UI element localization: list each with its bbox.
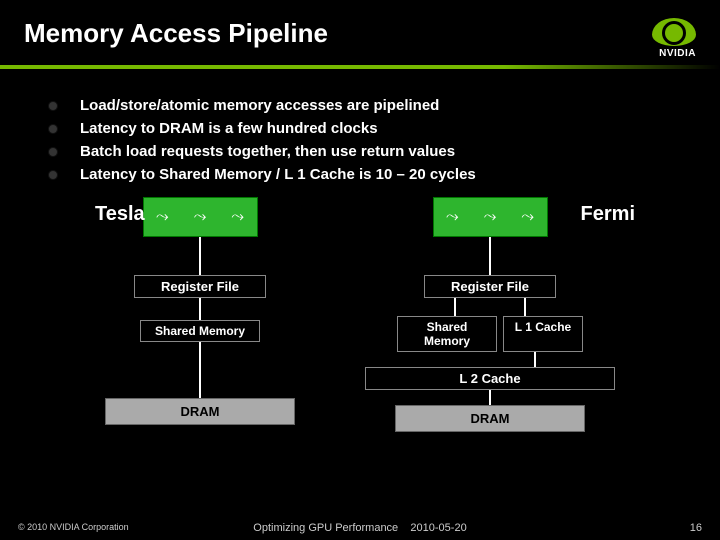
tesla-shared-memory: Shared Memory	[140, 320, 260, 342]
thread-arrow-icon: ⤳	[194, 208, 207, 226]
tesla-column: Tesla ⤳ ⤳ ⤳ Register File Shared Memory …	[105, 197, 295, 432]
bullet-item: Batch load requests together, then use r…	[48, 143, 696, 160]
bullet-text: Latency to DRAM is a few hundred clocks	[80, 120, 378, 137]
connector-line	[489, 237, 491, 275]
fermi-l1-row: Shared Memory L 1 Cache	[397, 316, 583, 352]
copyright-text: © 2010 NVIDIA Corporation	[18, 522, 129, 532]
fermi-register-file: Register File	[424, 275, 556, 298]
architecture-diagrams: Tesla ⤳ ⤳ ⤳ Register File Shared Memory …	[0, 197, 720, 432]
footer-title: Optimizing GPU Performance	[253, 522, 398, 534]
slide-title: Memory Access Pipeline	[24, 18, 328, 49]
bullet-icon	[48, 170, 58, 180]
connector-line	[524, 298, 526, 316]
connector-split	[454, 298, 526, 316]
bullet-icon	[48, 101, 58, 111]
tesla-label: Tesla	[95, 203, 145, 226]
fermi-thread-block: ⤳ ⤳ ⤳	[433, 197, 548, 237]
bullet-icon	[48, 124, 58, 134]
thread-arrow-icon: ⤳	[156, 208, 169, 226]
thread-arrow-icon: ⤳	[446, 208, 459, 226]
connector-line	[199, 237, 201, 275]
slide-header: Memory Access Pipeline NVIDIA	[0, 0, 720, 59]
footer-date: 2010-05-20	[410, 522, 466, 534]
bullet-item: Load/store/atomic memory accesses are pi…	[48, 97, 696, 114]
fermi-shared-memory: Shared Memory	[397, 316, 497, 352]
nvidia-eye-icon	[652, 18, 696, 46]
tesla-dram: DRAM	[105, 398, 295, 425]
fermi-column: Fermi ⤳ ⤳ ⤳ Register File Shared Memory …	[365, 197, 615, 432]
fermi-l2-cache: L 2 Cache	[365, 367, 615, 390]
tesla-register-file: Register File	[134, 275, 266, 298]
connector-line	[534, 352, 536, 367]
connector-line	[199, 342, 201, 398]
thread-arrow-icon: ⤳	[484, 208, 497, 226]
tesla-thread-block: ⤳ ⤳ ⤳	[143, 197, 258, 237]
footer-center: Optimizing GPU Performance 2010-05-20	[253, 522, 466, 534]
fermi-label: Fermi	[581, 203, 635, 226]
bullet-text: Load/store/atomic memory accesses are pi…	[80, 97, 439, 114]
connector-line	[199, 298, 201, 320]
fermi-dram: DRAM	[395, 405, 585, 432]
thread-arrow-icon: ⤳	[231, 208, 244, 226]
brand-logo: NVIDIA	[652, 18, 696, 59]
bullet-list: Load/store/atomic memory accesses are pi…	[0, 69, 720, 183]
bullet-text: Batch load requests together, then use r…	[80, 143, 455, 160]
brand-name: NVIDIA	[659, 48, 696, 59]
slide-footer: © 2010 NVIDIA Corporation Optimizing GPU…	[0, 522, 720, 532]
bullet-item: Latency to Shared Memory / L 1 Cache is …	[48, 166, 696, 183]
slide-number: 16	[690, 522, 702, 534]
fermi-l1-cache: L 1 Cache	[503, 316, 583, 352]
thread-arrow-icon: ⤳	[521, 208, 534, 226]
bullet-item: Latency to DRAM is a few hundred clocks	[48, 120, 696, 137]
bullet-icon	[48, 147, 58, 157]
connector-line	[454, 298, 456, 316]
bullet-text: Latency to Shared Memory / L 1 Cache is …	[80, 166, 476, 183]
connector-line	[489, 390, 491, 405]
